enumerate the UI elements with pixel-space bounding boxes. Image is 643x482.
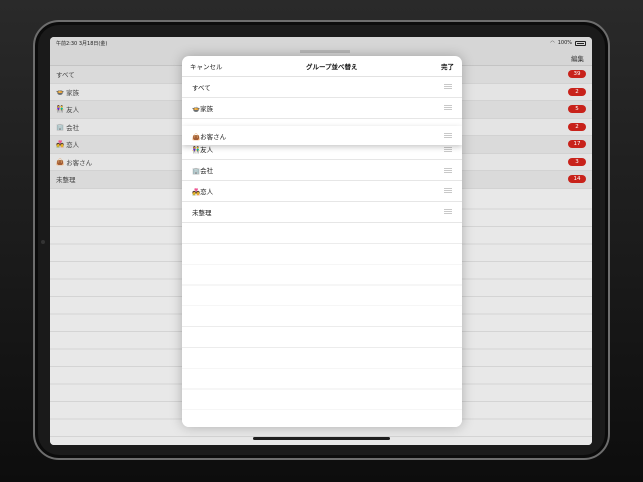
status-date: 3月18日(金): [78, 40, 108, 47]
couple-icon: 💑: [192, 187, 201, 196]
bag-icon: 👜: [192, 132, 201, 141]
couple-icon: 💑: [56, 140, 65, 149]
group-name: お客さん: [66, 158, 93, 167]
status-bar: 午前2:30 3月18日(金) ◠ 100%: [50, 37, 592, 49]
reorder-row-family[interactable]: 🍲家族: [182, 98, 462, 119]
count-badge: 39: [568, 70, 586, 79]
group-name: 友人: [66, 106, 80, 115]
row-label: 恋人: [200, 187, 214, 196]
cancel-button[interactable]: キャンセル: [190, 61, 223, 71]
wifi-icon: ◠: [550, 40, 555, 46]
group-name: 家族: [66, 88, 80, 97]
battery-icon: [575, 40, 586, 46]
reorder-row-unsorted[interactable]: 未整理: [182, 202, 462, 223]
done-button[interactable]: 完了: [441, 61, 454, 71]
drag-handle-icon[interactable]: [444, 133, 452, 138]
home-indicator[interactable]: [253, 437, 390, 440]
row-label: 友人: [200, 146, 214, 155]
office-icon: 🏢: [192, 167, 201, 176]
nav-title-obscured: [300, 50, 350, 53]
row-label: お客さん: [200, 132, 227, 141]
row-label: 未整理: [192, 208, 212, 217]
group-name: 会社: [66, 123, 80, 132]
reorder-empty-area: [182, 223, 462, 427]
row-label: 会社: [200, 167, 214, 176]
family-icon: 🍲: [56, 87, 65, 96]
sheet-header: キャンセル グループ並べ替え 完了: [182, 56, 462, 77]
group-reorder-sheet: キャンセル グループ並べ替え 完了 すべて 🍲家族 👫友人 🏢会社 💑恋人 未整…: [182, 56, 462, 427]
row-label: 家族: [200, 104, 214, 113]
count-badge: 14: [568, 175, 586, 184]
count-badge: 3: [568, 157, 586, 166]
status-time: 午前2:30: [56, 40, 78, 47]
reorder-row-company[interactable]: 🏢会社: [182, 160, 462, 181]
reorder-row-all[interactable]: すべて: [182, 77, 462, 98]
count-badge: 2: [568, 122, 586, 131]
bag-icon: 👜: [56, 157, 65, 166]
friends-icon: 👫: [56, 105, 65, 114]
drag-handle-icon[interactable]: [444, 188, 452, 194]
reorder-list: すべて 🍲家族 👫友人 🏢会社 💑恋人 未整理: [182, 77, 462, 223]
battery-percent: 100%: [557, 40, 572, 46]
drag-handle-icon[interactable]: [444, 84, 452, 90]
dragging-row-customers[interactable]: 👜お客さん: [182, 126, 462, 145]
drag-handle-icon[interactable]: [444, 146, 452, 152]
count-badge: 2: [568, 87, 586, 96]
office-icon: 🏢: [56, 122, 65, 131]
front-camera: [41, 240, 45, 244]
drag-handle-icon[interactable]: [444, 209, 452, 215]
drag-handle-icon[interactable]: [444, 167, 452, 173]
count-badge: 17: [568, 140, 586, 149]
count-badge: 5: [568, 105, 586, 114]
sheet-title: グループ並べ替え: [305, 63, 358, 71]
group-name: 恋人: [66, 141, 80, 150]
row-label: すべて: [192, 83, 211, 92]
group-name: すべて: [56, 71, 75, 80]
reorder-row-lovers[interactable]: 💑恋人: [182, 181, 462, 202]
edit-button[interactable]: 編集: [571, 53, 584, 63]
family-icon: 🍲: [192, 104, 201, 113]
drag-handle-icon[interactable]: [444, 105, 452, 111]
friends-icon: 👫: [192, 146, 201, 155]
group-name: 未整理: [56, 176, 76, 185]
